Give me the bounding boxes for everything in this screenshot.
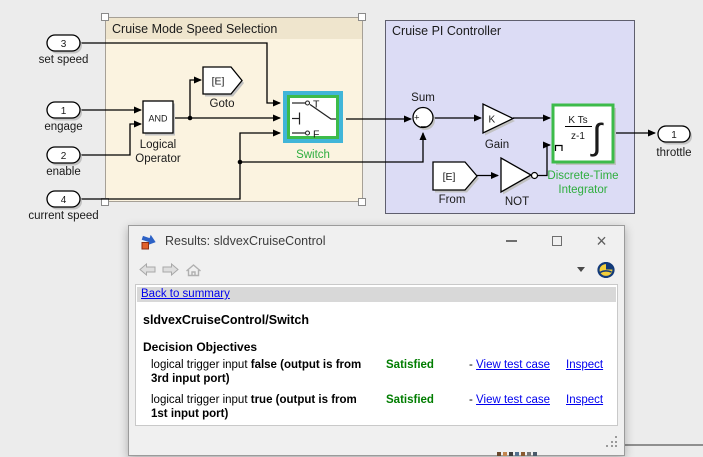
objective-row: logical trigger input false (output is f… (151, 358, 617, 386)
view-test-case-cell: - View test case (469, 393, 566, 421)
maximize-icon (552, 236, 562, 246)
inport-label: engage (44, 121, 82, 133)
inport-set-speed[interactable]: 3 set speed (39, 35, 89, 66)
inport-label: current speed (28, 210, 98, 222)
sldv-results-icon (140, 233, 157, 250)
block-label: Discrete-Time (547, 170, 618, 182)
inport-number: 2 (61, 151, 67, 162)
inport-label: enable (46, 166, 81, 178)
results-dialog: Results: sldvexCruiseControl × (128, 225, 625, 456)
block-label: Sum (411, 92, 435, 104)
inport-number: 1 (61, 106, 67, 117)
taskbar-peek-pixels (497, 452, 537, 456)
gain-value-text: K (489, 115, 496, 126)
forward-button[interactable] (162, 263, 179, 276)
block-label: From (439, 194, 466, 206)
block-label: Logical (140, 139, 176, 151)
inport-current-speed[interactable]: 4 current speed (28, 191, 98, 222)
inspect-link[interactable]: Inspect (566, 394, 603, 406)
dialog-titlebar[interactable]: Results: sldvexCruiseControl × (129, 226, 624, 256)
inport-enable[interactable]: 2 enable (46, 147, 82, 178)
minimize-button[interactable] (489, 226, 534, 256)
block-label: Operator (135, 153, 181, 165)
back-arrow-icon (139, 263, 156, 276)
inport-number: 4 (61, 195, 67, 206)
dialog-toolbar (129, 256, 624, 283)
goto-tag-text: [E] (212, 76, 225, 88)
block-label: Goto (210, 98, 235, 110)
wire-junction-dot (238, 160, 243, 165)
forward-arrow-icon (162, 263, 179, 276)
dti-numerator: K Ts (568, 115, 587, 126)
close-icon: × (596, 232, 607, 250)
block-label: NOT (505, 196, 529, 208)
sum-minus-sign: − (421, 122, 427, 133)
back-to-summary-link[interactable]: Back to summary (141, 288, 230, 300)
from-tag-text: [E] (443, 171, 456, 183)
minimize-icon (506, 240, 517, 242)
maximize-button[interactable] (534, 226, 579, 256)
block-label: Integrator (558, 184, 607, 196)
inport-number: 3 (61, 39, 67, 50)
simulink-canvas: Cruise Mode Speed Selection Cruise PI Co… (0, 0, 703, 457)
back-button[interactable] (139, 263, 156, 276)
dash: - (469, 394, 473, 406)
results-content: Back to summary sldvexCruiseControl/Swit… (135, 284, 618, 426)
status-satisfied: Satisfied (386, 358, 469, 386)
objective-text: logical trigger input (151, 359, 251, 371)
handle-top-left[interactable] (102, 14, 109, 21)
view-test-case-cell: - View test case (469, 358, 566, 386)
dropdown-caret-icon[interactable] (577, 267, 585, 272)
inspect-cell: Inspect (566, 393, 617, 421)
section-title: Decision Objectives (143, 340, 617, 354)
dash: - (469, 359, 473, 371)
area2-title: Cruise PI Controller (392, 24, 501, 38)
back-to-summary-bar: Back to summary (137, 287, 616, 302)
outport-label: throttle (656, 147, 691, 159)
dialog-title: Results: sldvexCruiseControl (165, 234, 325, 248)
home-button[interactable] (185, 263, 202, 277)
inport-label: set speed (39, 54, 89, 66)
globe-icon (597, 262, 615, 278)
area1-title: Cruise Mode Speed Selection (112, 22, 277, 36)
inport-engage[interactable]: 1 engage (44, 102, 82, 133)
view-test-case-link[interactable]: View test case (476, 394, 550, 406)
inspect-link[interactable]: Inspect (566, 359, 603, 371)
home-icon (185, 263, 202, 277)
block-label: Gain (485, 139, 509, 151)
objective-row: logical trigger input true (output is fr… (151, 393, 617, 421)
close-button[interactable]: × (579, 226, 624, 256)
status-satisfied: Satisfied (386, 393, 469, 421)
block-label: Switch (296, 149, 330, 161)
outport-number: 1 (671, 130, 677, 141)
background-window-edge (625, 444, 703, 446)
objective-description: logical trigger input false (output is f… (151, 358, 376, 386)
view-test-case-link[interactable]: View test case (476, 359, 550, 371)
handle-bottom-right[interactable] (359, 199, 366, 206)
switch-t-label: T (313, 99, 320, 111)
sum-plus-sign: + (414, 113, 420, 124)
objective-description: logical trigger input true (output is fr… (151, 393, 376, 421)
objective-text: logical trigger input (151, 394, 251, 406)
web-view-button[interactable] (597, 262, 615, 278)
handle-top-right[interactable] (359, 14, 366, 21)
dti-denominator: z-1 (571, 131, 585, 142)
outport-throttle[interactable]: 1 throttle (656, 126, 692, 159)
wire-junction-dot (188, 116, 193, 121)
inspect-cell: Inspect (566, 358, 617, 386)
result-heading: sldvexCruiseControl/Switch (143, 313, 617, 327)
resize-grip[interactable] (606, 436, 617, 447)
and-gate-text: AND (148, 114, 168, 124)
switch-f-label: F (313, 129, 319, 141)
